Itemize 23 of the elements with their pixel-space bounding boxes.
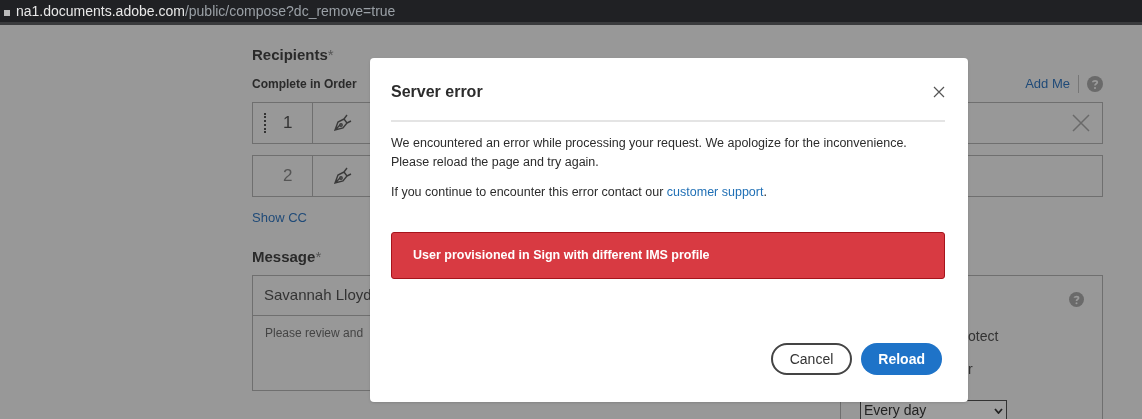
url-text[interactable]: na1.documents.adobe.com/public/compose?dc_remove=true	[16, 0, 396, 22]
pen-icon	[331, 112, 353, 134]
order-label: Complete in Order	[252, 76, 357, 93]
recipient-number: 1	[283, 112, 293, 135]
help-icon[interactable]	[1069, 292, 1084, 307]
reminder-select[interactable]: Every day	[860, 400, 1007, 419]
recipients-heading: Recipients*	[252, 45, 334, 65]
error-banner: User provisioned in Sign with different IMS profile	[391, 232, 945, 279]
options-text: r	[968, 360, 973, 379]
add-me-link[interactable]: Add Me	[1025, 74, 1070, 94]
error-description: We encountered an error while processing your request. We apologize for the inconvenience. Please reload the page and try again.	[391, 135, 908, 171]
dialog-title: Server error	[391, 82, 483, 102]
close-icon[interactable]	[933, 86, 945, 98]
drag-handle[interactable]	[264, 113, 266, 133]
message-heading: Message*	[252, 247, 322, 267]
cancel-button[interactable]: Cancel	[770, 343, 853, 375]
chevron-down-icon	[994, 407, 1003, 414]
help-icon[interactable]	[1087, 76, 1103, 92]
recipient-number: 2	[283, 165, 293, 188]
options-text: otect	[968, 327, 999, 346]
reload-button[interactable]: Reload	[861, 343, 942, 375]
pen-icon	[331, 165, 353, 187]
support-message: If you continue to encounter this error contact our customer support.	[391, 184, 768, 201]
